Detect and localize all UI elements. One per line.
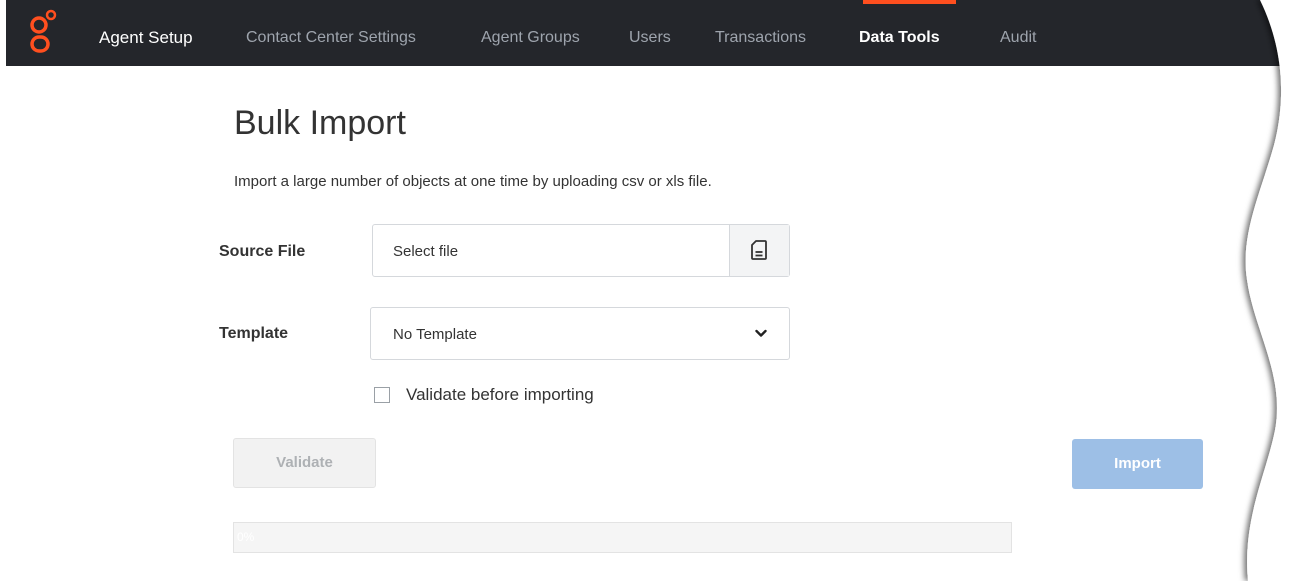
import-progress-bar: 0% <box>233 522 1012 553</box>
validate-before-importing-label[interactable]: Validate before importing <box>406 385 594 405</box>
validate-button[interactable]: Validate <box>233 438 376 488</box>
chevron-down-icon <box>755 329 767 337</box>
template-select[interactable]: No Template <box>370 307 790 360</box>
app-window: Agent Setup Contact Center Settings Agen… <box>0 0 1299 581</box>
nav-data-tools[interactable]: Data Tools <box>859 0 940 66</box>
page-description: Import a large number of objects at one … <box>234 173 712 190</box>
browse-file-button[interactable] <box>729 225 789 276</box>
nav-transactions[interactable]: Transactions <box>715 0 806 66</box>
template-selected-value: No Template <box>393 326 477 343</box>
source-file-field[interactable]: Select file <box>372 224 790 277</box>
template-label: Template <box>219 325 289 342</box>
nav-users[interactable]: Users <box>629 0 671 66</box>
torn-page-edge <box>1245 0 1299 581</box>
source-file-label: Source File <box>219 243 306 260</box>
page-title: Bulk Import <box>234 104 406 142</box>
top-navigation-bar: Agent Setup Contact Center Settings Agen… <box>6 0 1299 66</box>
app-name[interactable]: Agent Setup <box>99 0 193 66</box>
source-file-value: Select file <box>393 243 459 260</box>
progress-percent-label: 0% <box>237 530 255 544</box>
file-icon <box>751 240 767 260</box>
nav-agent-groups[interactable]: Agent Groups <box>481 0 580 66</box>
genesys-logo-icon[interactable] <box>28 8 58 58</box>
nav-audit[interactable]: Audit <box>1000 0 1036 66</box>
nav-contact-center-settings[interactable]: Contact Center Settings <box>246 0 416 66</box>
validate-before-importing-checkbox[interactable] <box>374 387 390 403</box>
